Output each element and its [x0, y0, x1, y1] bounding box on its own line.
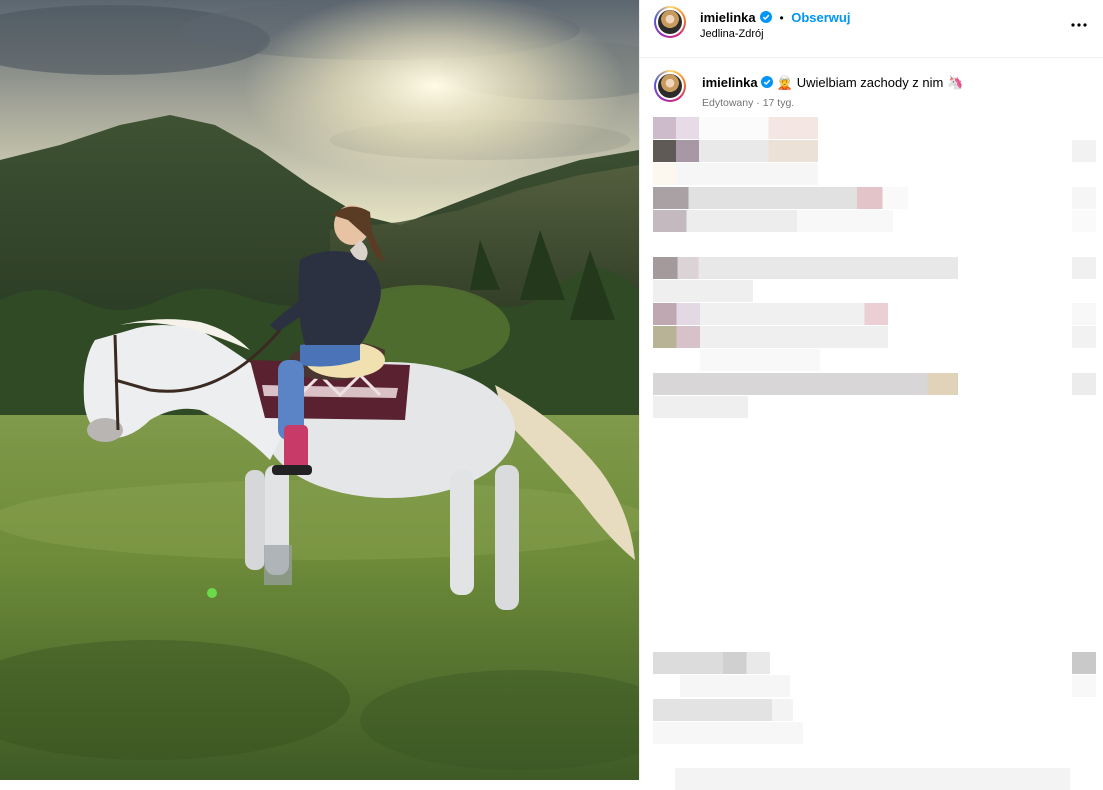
author-username[interactable]: imielinka: [700, 10, 756, 25]
unicorn-emoji-icon: 🦄: [947, 75, 964, 90]
post-image: [0, 0, 639, 780]
caption-username[interactable]: imielinka: [702, 75, 758, 90]
post-sidebar: imielinka • Obserwuj Jedlina-Zdrój imiel…: [639, 0, 1103, 790]
post-header: imielinka • Obserwuj Jedlina-Zdrój: [640, 0, 1103, 58]
elf-emoji-icon: 🧝: [776, 75, 794, 90]
verified-badge-icon: [761, 76, 774, 88]
post-photo[interactable]: [0, 0, 639, 780]
author-avatar[interactable]: [654, 6, 686, 38]
verified-badge-icon: [760, 11, 773, 23]
follow-button[interactable]: Obserwuj: [791, 10, 850, 25]
caption: imielinka 🧝 Uwielbiam zachody z nim 🦄: [702, 75, 963, 91]
more-options-icon[interactable]: [1071, 16, 1087, 27]
caption-text: Uwielbiam zachody z nim: [796, 75, 944, 90]
location-link[interactable]: Jedlina-Zdrój: [700, 28, 764, 40]
edited-timestamp: Edytowany · 17 tyg.: [702, 97, 795, 109]
dot-separator: •: [779, 11, 784, 25]
caption-avatar[interactable]: [654, 70, 686, 102]
